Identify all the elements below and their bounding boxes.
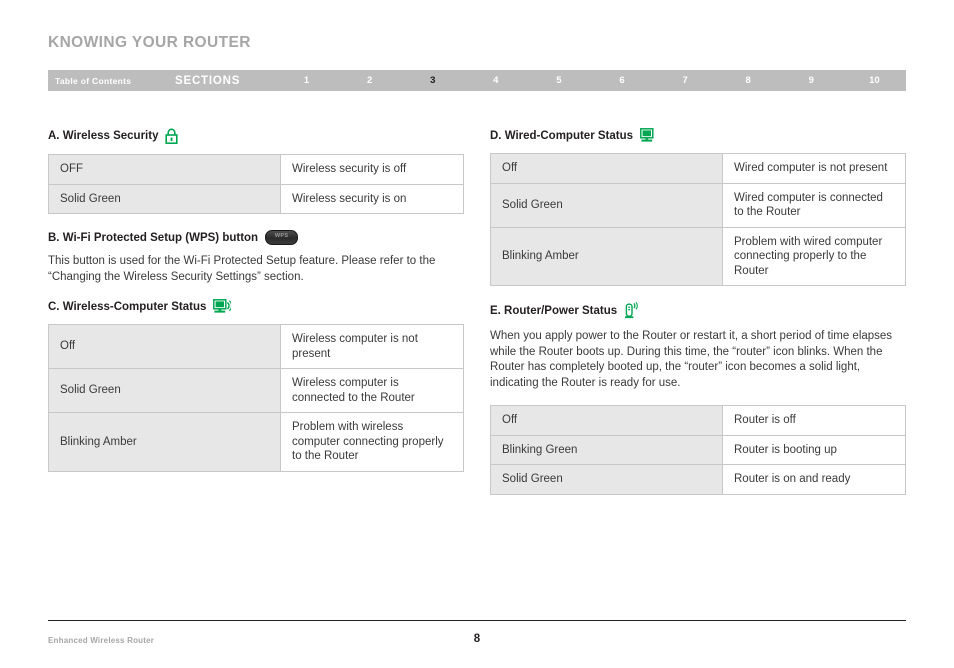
status-description: Wireless security is off: [280, 154, 464, 185]
nav-section-5[interactable]: 5: [527, 75, 590, 86]
nav-section-2[interactable]: 2: [338, 75, 401, 86]
nav-section-10[interactable]: 10: [843, 75, 906, 86]
status-state: Solid Green: [48, 183, 281, 214]
section-e-title: E. Router/Power Status: [490, 304, 618, 317]
status-state: Blinking Green: [490, 434, 723, 465]
status-state: Off: [490, 153, 723, 184]
status-description: Wired computer is connected to the Route…: [722, 182, 906, 228]
status-description: Router is booting up: [722, 434, 906, 465]
table-row: Solid Green Wireless security is on: [48, 183, 464, 214]
manual-page: KNOWING YOUR ROUTER Table of Contents SE…: [0, 0, 954, 668]
nav-section-8[interactable]: 8: [717, 75, 780, 86]
status-state: Solid Green: [490, 464, 723, 495]
sections-label: SECTIONS: [175, 74, 241, 87]
padlock-icon: [165, 128, 179, 144]
status-state: Solid Green: [490, 182, 723, 228]
table-row: Off Wireless computer is not present: [48, 324, 464, 369]
status-state: Blinking Amber: [48, 412, 281, 472]
section-c-heading: C. Wireless-Computer Status: [48, 299, 464, 314]
section-e-heading: E. Router/Power Status: [490, 302, 906, 319]
status-description: Router is off: [722, 405, 906, 436]
status-description: Wireless security is on: [280, 183, 464, 214]
wps-button-label: WPS: [274, 233, 289, 239]
table-of-contents-link[interactable]: Table of Contents: [55, 76, 175, 86]
right-column: D. Wired-Computer Status Off Wired compu…: [490, 128, 906, 511]
wireless-computer-status-table: Off Wireless computer is not present Sol…: [48, 324, 464, 472]
section-b-paragraph: This button is used for the Wi-Fi Protec…: [48, 255, 436, 283]
section-navbar: Table of Contents SECTIONS 1 2 3 4 5 6 7…: [48, 70, 906, 91]
table-row: OFF Wireless security is off: [48, 154, 464, 185]
status-description: Problem with wired computer connecting p…: [722, 226, 906, 286]
status-description: Router is on and ready: [722, 464, 906, 495]
status-state: Off: [48, 324, 281, 369]
wireless-computer-icon: [213, 299, 232, 314]
table-row: Solid Green Wired computer is connected …: [490, 182, 906, 228]
status-state: Blinking Amber: [490, 226, 723, 286]
wired-computer-status-table: Off Wired computer is not present Solid …: [490, 153, 906, 286]
status-description: Wireless computer is connected to the Ro…: [280, 368, 464, 413]
section-c-title: C. Wireless-Computer Status: [48, 300, 207, 313]
page-title: KNOWING YOUR ROUTER: [48, 34, 251, 51]
nav-section-9[interactable]: 9: [780, 75, 843, 86]
table-row: Solid Green Wireless computer is connect…: [48, 368, 464, 413]
table-row: Off Wired computer is not present: [490, 153, 906, 184]
status-description: Wireless computer is not present: [280, 324, 464, 369]
table-row: Blinking Amber Problem with wired comput…: [490, 226, 906, 286]
router-icon: [624, 302, 639, 319]
status-description: Wired computer is not present: [722, 153, 906, 184]
status-state: Solid Green: [48, 368, 281, 413]
status-description: Problem with wireless computer connectin…: [280, 412, 464, 472]
section-a-heading: A. Wireless Security: [48, 128, 464, 144]
nav-section-7[interactable]: 7: [654, 75, 717, 86]
table-row: Off Router is off: [490, 405, 906, 436]
section-a-title: A. Wireless Security: [48, 130, 159, 142]
wireless-security-table: OFF Wireless security is off Solid Green…: [48, 154, 464, 214]
wired-computer-icon: [640, 128, 654, 143]
nav-section-6[interactable]: 6: [590, 75, 653, 86]
page-number: 8: [473, 633, 481, 645]
section-e-paragraph: When you apply power to the Router or re…: [490, 330, 893, 389]
nav-section-4[interactable]: 4: [464, 75, 527, 86]
section-b-heading: B. Wi-Fi Protected Setup (WPS) button WP…: [48, 230, 464, 245]
status-state: OFF: [48, 154, 281, 185]
table-row: Solid Green Router is on and ready: [490, 464, 906, 495]
table-row: Blinking Green Router is booting up: [490, 434, 906, 465]
wps-button[interactable]: WPS: [265, 230, 299, 245]
router-power-status-table: Off Router is off Blinking Green Router …: [490, 405, 906, 495]
section-b-title: B. Wi-Fi Protected Setup (WPS) button: [48, 231, 259, 244]
section-d-heading: D. Wired-Computer Status: [490, 128, 906, 143]
footer-divider: [48, 620, 906, 621]
nav-section-1[interactable]: 1: [275, 75, 338, 86]
nav-section-3[interactable]: 3: [401, 75, 464, 86]
status-state: Off: [490, 405, 723, 436]
section-d-title: D. Wired-Computer Status: [490, 129, 634, 142]
table-row: Blinking Amber Problem with wireless com…: [48, 412, 464, 472]
left-column: A. Wireless Security OFF Wireless securi…: [48, 128, 464, 488]
